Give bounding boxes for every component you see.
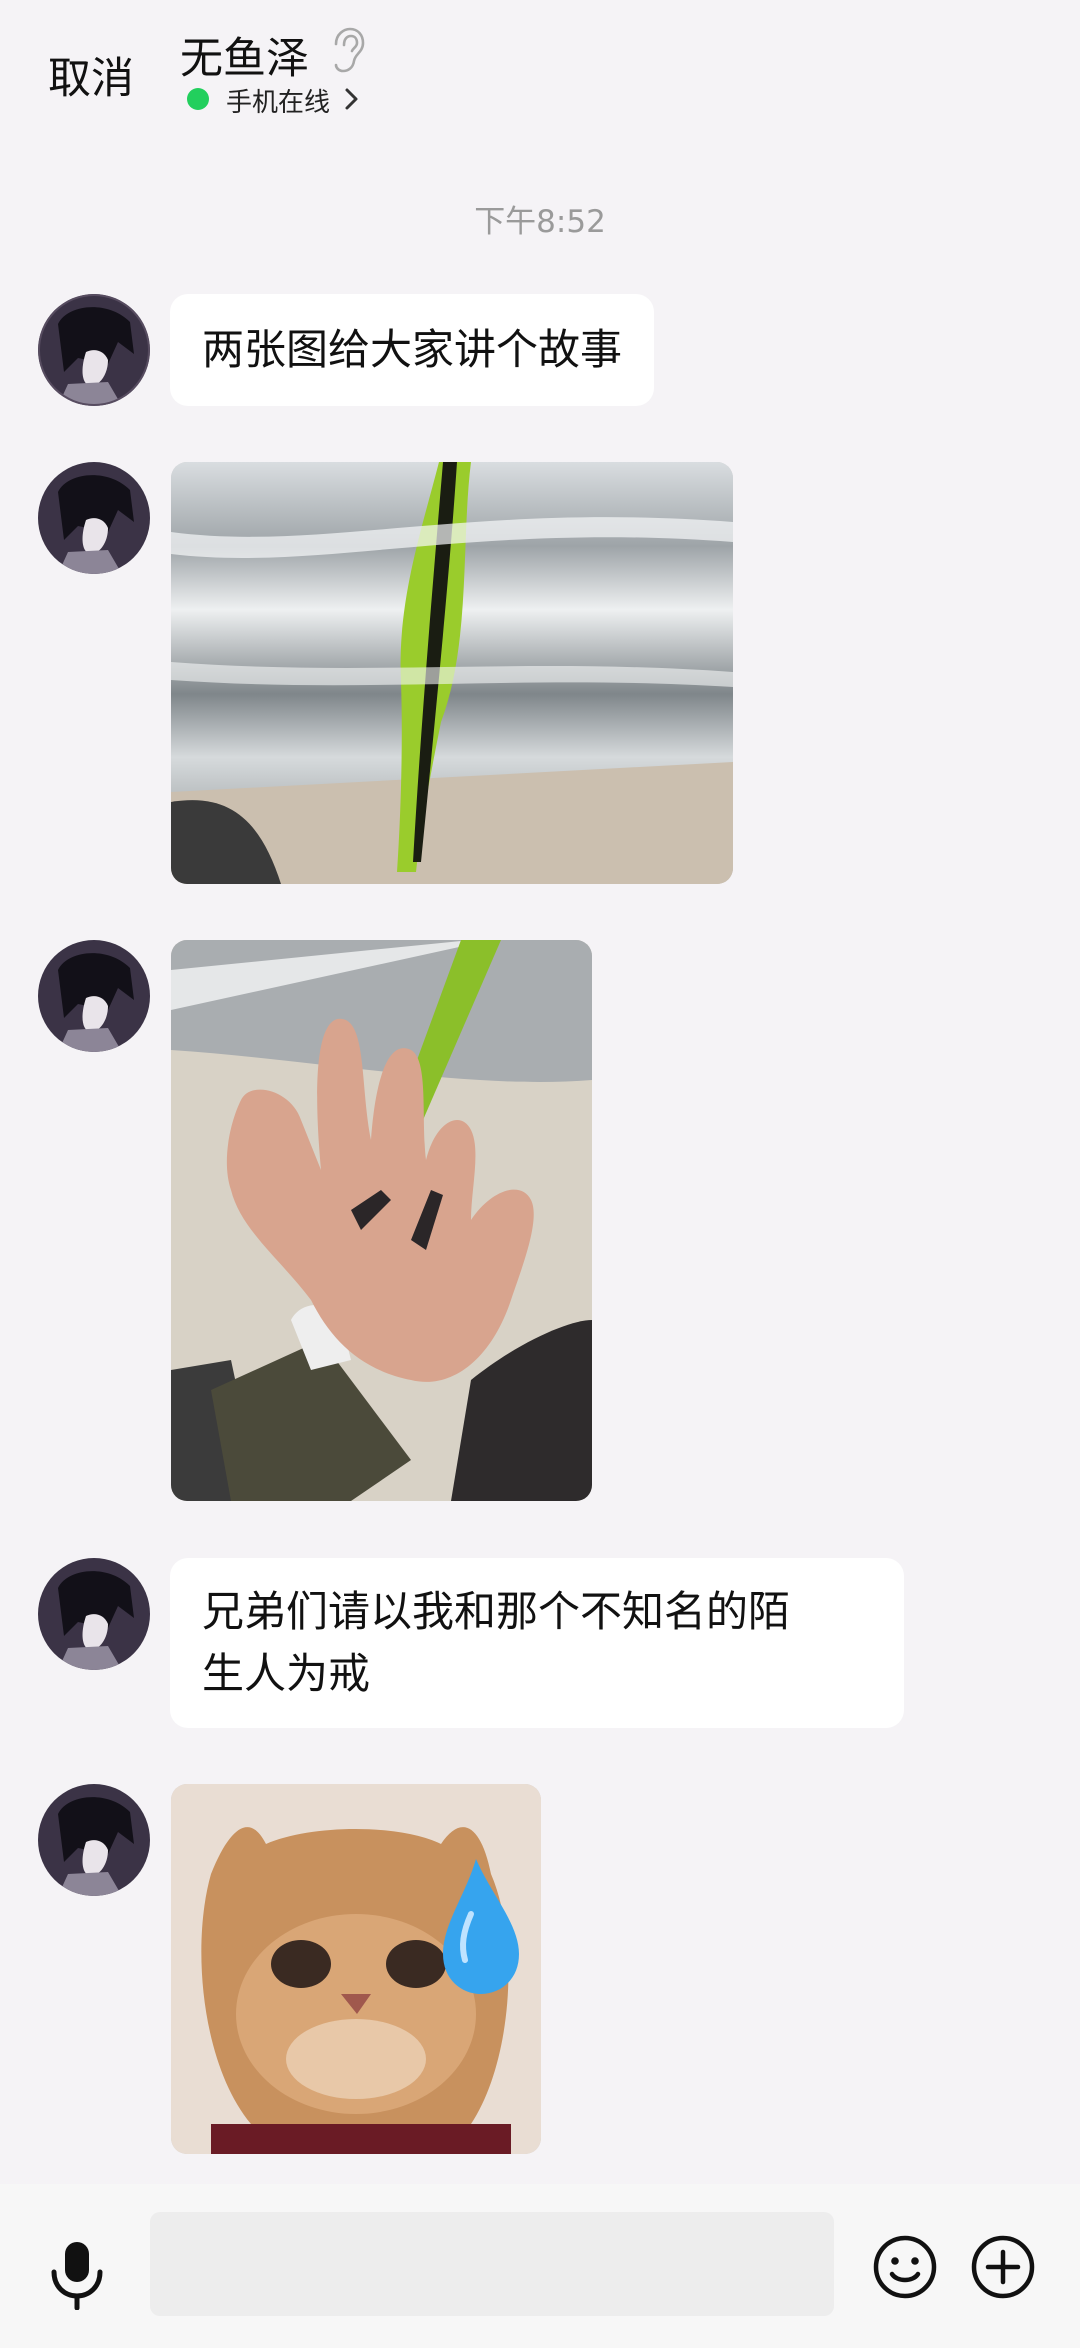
avatar[interactable] bbox=[38, 1558, 150, 1670]
avatar[interactable] bbox=[38, 294, 150, 406]
contact-name[interactable]: 无鱼泽 bbox=[180, 24, 309, 86]
chevron-right-icon[interactable] bbox=[344, 86, 360, 112]
message-timestamp: 下午8:52 bbox=[474, 204, 606, 240]
message-text-line: 兄弟们请以我和那个不知名的陌 bbox=[202, 1587, 791, 1636]
cancel-button[interactable]: 取消 bbox=[48, 44, 134, 106]
input-bar bbox=[0, 2184, 1080, 2348]
online-status-dot bbox=[187, 88, 209, 110]
avatar[interactable] bbox=[38, 940, 150, 1052]
message-text: 两张图给大家讲个故事 bbox=[202, 325, 623, 374]
image-message[interactable] bbox=[171, 940, 592, 1501]
message-input[interactable] bbox=[150, 2212, 834, 2316]
image-message[interactable] bbox=[171, 462, 733, 884]
emoji-icon[interactable] bbox=[872, 2234, 938, 2300]
message-bubble[interactable]: 两张图给大家讲个故事 bbox=[170, 294, 655, 406]
chat-header: 取消 无鱼泽 手机在线 bbox=[0, 0, 1080, 140]
message-text-line: 生人为戒 bbox=[202, 1649, 371, 1698]
sticker-message[interactable] bbox=[171, 1784, 541, 2154]
message-bubble[interactable]: 兄弟们请以我和那个不知名的陌 生人为戒 bbox=[170, 1558, 904, 1728]
microphone-icon[interactable] bbox=[48, 2240, 106, 2310]
avatar[interactable] bbox=[38, 462, 150, 574]
plus-circle-icon[interactable] bbox=[970, 2234, 1036, 2300]
online-status-text[interactable]: 手机在线 bbox=[226, 82, 330, 119]
ear-icon[interactable] bbox=[326, 26, 366, 74]
avatar[interactable] bbox=[38, 1784, 150, 1896]
